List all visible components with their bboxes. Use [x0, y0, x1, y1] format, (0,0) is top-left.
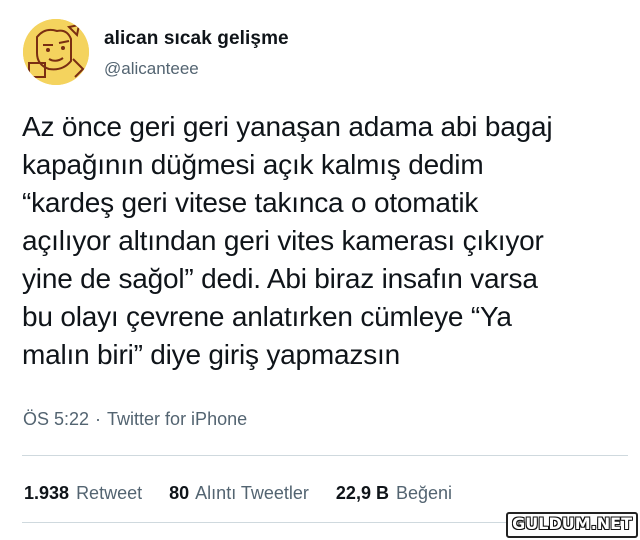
author-handle[interactable]: @alicanteee: [104, 59, 199, 79]
tweet-text-line: “kardeş geri vitese takınca o otomatik: [22, 187, 479, 218]
likes-count: 22,9 B: [335, 483, 389, 503]
tweet-text-line: malın biri” diye giriş yapmazsın: [22, 339, 400, 370]
meta-separator: ·: [95, 409, 102, 429]
tweet-text-line: yine de sağol” dedi. Abi biraz insafın v…: [22, 263, 538, 294]
tweet-text: Az önce geri geri yanaşan adama abi baga…: [22, 108, 632, 374]
avatar[interactable]: [23, 19, 89, 85]
divider: [22, 455, 628, 456]
quotes-stat[interactable]: 80 Alıntı Tweetler: [169, 483, 309, 503]
tweet-meta: ÖS 5:22 · Twitter for iPhone: [23, 409, 247, 430]
tweet-text-line: açılıyor altından geri vites kamerası çı…: [22, 225, 544, 256]
retweets-count: 1.938: [24, 483, 70, 503]
quotes-count: 80: [169, 483, 190, 503]
tweet-time[interactable]: ÖS 5:22: [23, 409, 89, 429]
tweet-text-line: bu olayı çevrene anlatırken cümleye “Ya: [22, 301, 512, 332]
likes-stat[interactable]: 22,9 B Beğeni: [336, 483, 452, 503]
tweet-text-line: kapağının düğmesi açık kalmış dedim: [22, 149, 484, 180]
retweets-label: Retweet: [76, 483, 143, 503]
quotes-label: Alıntı Tweetler: [195, 483, 309, 503]
retweets-stat[interactable]: 1.938 Retweet: [24, 483, 142, 503]
tweet-text-line: Az önce geri geri yanaşan adama abi baga…: [22, 111, 553, 142]
author-display-name[interactable]: alican sıcak gelişme: [104, 28, 289, 50]
likes-label: Beğeni: [395, 483, 453, 503]
tweet-source[interactable]: Twitter for iPhone: [107, 409, 247, 429]
cartoon-character-avatar-icon: [23, 19, 89, 85]
tweet-stats: 1.938 Retweet 80 Alıntı Tweetler 22,9 B …: [24, 483, 474, 504]
watermark-logo: GULDUM.NET: [506, 512, 638, 538]
